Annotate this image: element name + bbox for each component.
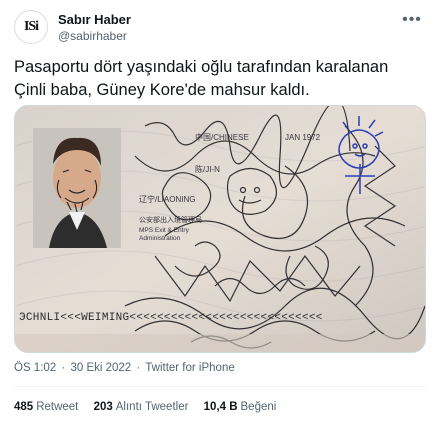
- quotes-count: 203: [93, 401, 113, 413]
- passport-photo: 中国/CHINESE JAN 1972 陈/JI-N 辽宁/LIAONING 公…: [15, 106, 425, 352]
- tweet-header: ISi Sabır Haber @sabirhaber •••: [14, 8, 424, 48]
- tweet-source[interactable]: Twitter for iPhone: [145, 362, 234, 374]
- date-field: JAN 1972: [285, 133, 321, 142]
- tweet-text-line-1: Pasaportu dört yaşındaki oğlu tarafından…: [14, 58, 389, 76]
- display-name[interactable]: Sabır Haber: [58, 12, 131, 28]
- retweets-stat[interactable]: 485 Retweet: [14, 401, 82, 413]
- divider: [14, 386, 426, 387]
- user-handle[interactable]: @sabirhaber: [58, 28, 131, 44]
- tweet-text-line-2: Çinli baba, Güney Kore'de mahsur kaldı.: [14, 81, 310, 99]
- author-names[interactable]: Sabır Haber @sabirhaber: [58, 12, 131, 44]
- authority-line-3: Administration: [139, 235, 181, 242]
- avatar[interactable]: ISi: [14, 10, 48, 44]
- meta-separator: ·: [61, 362, 66, 374]
- more-horizontal-icon[interactable]: •••: [400, 12, 424, 30]
- tweet-stats: 485 Retweet 203 Alıntı Tweetler 10,4 B Beğe…: [14, 401, 288, 413]
- quotes-stat[interactable]: 203 Alıntı Tweetler: [94, 401, 192, 413]
- tweet-media-image[interactable]: 中国/CHINESE JAN 1972 陈/JI-N 辽宁/LIAONING 公…: [14, 105, 426, 353]
- retweets-label: Retweet: [36, 401, 79, 413]
- face: [53, 148, 101, 208]
- name-field: 陈/JI-N: [195, 164, 220, 174]
- province-field: 辽宁/LIAONING: [139, 194, 195, 204]
- bottom-strip: [15, 334, 425, 352]
- tweet-text: Pasaportu dört yaşındaki oğlu tarafından…: [14, 56, 426, 102]
- quotes-label: Alıntı Tweetler: [115, 401, 189, 413]
- tweet-time[interactable]: ÖS 1:02: [14, 362, 56, 374]
- tweet-meta: ÖS 1:02 · 30 Eki 2022 · Twitter for iPho…: [14, 362, 235, 374]
- likes-count: 10,4 B: [203, 401, 238, 413]
- likes-stat[interactable]: 10,4 B Beğeni: [204, 401, 277, 413]
- tweet-card: ISi Sabır Haber @sabirhaber ••• Pasaport…: [0, 0, 438, 424]
- likes-label: Beğeni: [240, 401, 277, 413]
- authority-line-2: MPS Exit & Entry: [139, 227, 190, 234]
- tweet-date[interactable]: 30 Eki 2022: [70, 362, 131, 374]
- retweets-count: 485: [14, 401, 34, 413]
- meta-separator-2: ·: [136, 362, 141, 374]
